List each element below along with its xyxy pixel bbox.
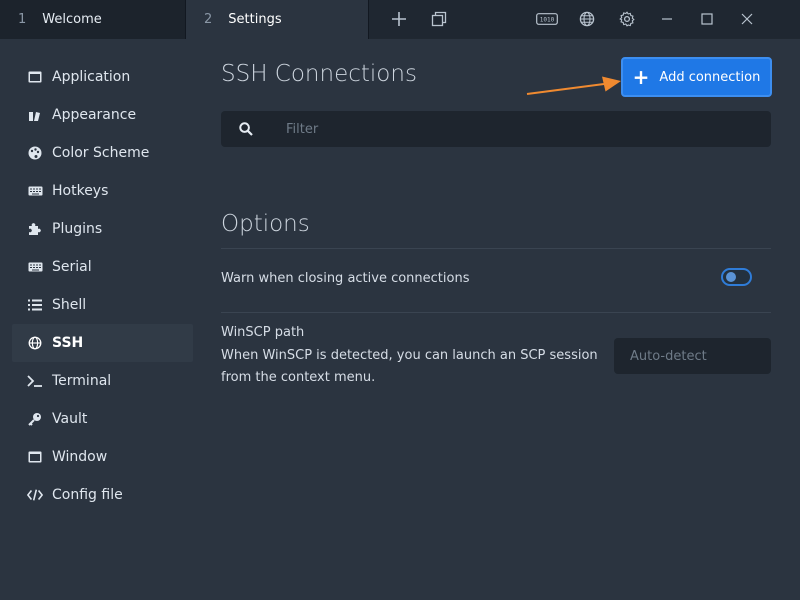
sidebar-item-label: Color Scheme (52, 145, 150, 161)
sidebar-item-label: Plugins (52, 221, 103, 237)
tab-number: 2 (204, 12, 213, 27)
sidebar-item-terminal[interactable]: Terminal (12, 362, 193, 400)
window-controls: 1010 (369, 0, 800, 38)
tab-settings[interactable]: 2 Settings (186, 0, 369, 39)
window-icon (27, 449, 43, 465)
warn-closing-toggle[interactable] (721, 268, 752, 286)
filter-input[interactable] (271, 120, 771, 138)
page-title: SSH Connections (221, 61, 417, 87)
keyboard-icon (27, 183, 43, 199)
brush-icon (27, 107, 43, 123)
sidebar-item-label: Terminal (52, 373, 112, 389)
sidebar-item-shell[interactable]: Shell (12, 286, 193, 324)
sidebar-item-config-file[interactable]: Config file (12, 476, 193, 514)
sidebar-item-vault[interactable]: Vault (12, 400, 193, 438)
sidebar-item-label: Appearance (52, 107, 137, 123)
tab-bar: 1 Welcome 2 Settings 1010 (0, 0, 800, 39)
minimize-icon[interactable] (647, 0, 687, 39)
sidebar-item-appearance[interactable]: Appearance (12, 96, 193, 134)
maximize-icon[interactable] (687, 0, 727, 39)
globe-icon (27, 335, 43, 351)
sidebar-item-color-scheme[interactable]: Color Scheme (12, 134, 193, 172)
winscp-description: When WinSCP is detected, you can launch … (221, 348, 598, 385)
sidebar-item-window[interactable]: Window (12, 438, 193, 476)
winscp-path-label: WinSCP path (221, 325, 305, 340)
sidebar-item-label: Shell (52, 297, 87, 313)
search-icon (221, 122, 271, 136)
window-stack-icon[interactable] (419, 0, 459, 39)
key-icon (27, 411, 43, 427)
annotation-arrow (526, 76, 621, 95)
sidebar-item-label: Hotkeys (52, 183, 109, 199)
sidebar-item-label: Serial (52, 259, 92, 275)
warn-closing-label: Warn when closing active connections (221, 271, 470, 286)
tab-number: 1 (18, 12, 27, 27)
palette-icon (27, 145, 43, 161)
sidebar-item-label: SSH (52, 335, 84, 351)
plus-icon: + (632, 65, 650, 89)
sidebar-item-label: Vault (52, 411, 88, 427)
settings-content: SSH Connections + Add connection Options… (221, 39, 772, 600)
settings-sidebar: Application Appearance Color Scheme Hotk… (0, 39, 200, 600)
window-icon (27, 69, 43, 85)
svg-text:1010: 1010 (540, 17, 555, 24)
sidebar-item-label: Window (52, 449, 108, 465)
keyboard-icon (27, 259, 43, 275)
sidebar-item-ssh[interactable]: SSH (12, 324, 193, 362)
tab-label: Settings (228, 12, 282, 27)
divider (221, 312, 771, 313)
winscp-path-input[interactable] (614, 338, 771, 374)
sidebar-item-label: Config file (52, 487, 123, 503)
filter-bar (221, 111, 771, 147)
options-heading: Options (221, 211, 310, 237)
puzzle-icon (27, 221, 43, 237)
toggle-knob (726, 272, 736, 282)
sidebar-item-label: Application (52, 69, 131, 85)
serial-port-icon[interactable]: 1010 (527, 0, 567, 39)
add-connection-button[interactable]: + Add connection (621, 57, 772, 97)
close-icon[interactable] (727, 0, 767, 39)
terminal-icon (27, 373, 43, 389)
plus-icon[interactable] (379, 0, 419, 39)
gear-icon[interactable] (607, 0, 647, 39)
list-icon (27, 297, 43, 313)
tab-welcome[interactable]: 1 Welcome (0, 0, 186, 39)
sidebar-item-application[interactable]: Application (12, 58, 193, 96)
sidebar-item-hotkeys[interactable]: Hotkeys (12, 172, 193, 210)
code-icon (27, 487, 43, 503)
sidebar-item-serial[interactable]: Serial (12, 248, 193, 286)
sidebar-item-plugins[interactable]: Plugins (12, 210, 193, 248)
globe-icon[interactable] (567, 0, 607, 39)
add-connection-label: Add connection (659, 69, 761, 85)
divider (221, 248, 771, 249)
tab-label: Welcome (42, 12, 102, 27)
